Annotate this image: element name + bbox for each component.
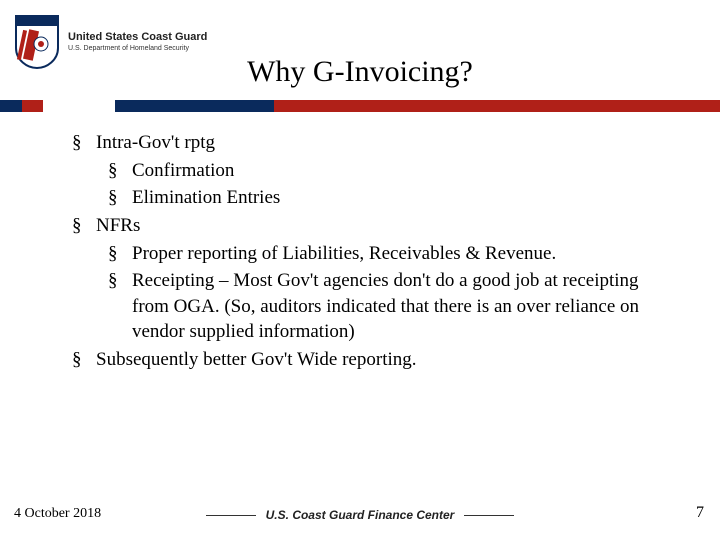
org-logo-block: United States Coast Guard U.S. Departmen… <box>14 14 207 70</box>
list-item: Subsequently better Gov't Wide reporting… <box>60 347 680 373</box>
slide-header: United States Coast Guard U.S. Departmen… <box>0 0 720 100</box>
slide-content: Intra-Gov't rptg Confirmation Eliminatio… <box>60 130 680 375</box>
slide-footer: 4 October 2018 U.S. Coast Guard Finance … <box>0 498 720 522</box>
list-item: Proper reporting of Liabilities, Receiva… <box>96 241 680 267</box>
bullet-text: Elimination Entries <box>132 187 280 208</box>
divider-line <box>464 515 514 516</box>
uscg-shield-icon <box>14 14 60 70</box>
footer-center: U.S. Coast Guard Finance Center <box>0 508 720 522</box>
header-stripe <box>0 100 720 112</box>
footer-page-number: 7 <box>696 504 704 522</box>
list-item: Intra-Gov't rptg Confirmation Eliminatio… <box>60 130 680 211</box>
list-item: Confirmation <box>96 158 680 184</box>
org-title: United States Coast Guard <box>68 31 207 43</box>
bullet-text: Proper reporting of Liabilities, Receiva… <box>132 243 556 264</box>
list-item: NFRs Proper reporting of Liabilities, Re… <box>60 213 680 345</box>
org-subtitle: U.S. Department of Homeland Security <box>68 45 207 53</box>
bullet-text: Confirmation <box>132 160 234 181</box>
bullet-text: Receipting – Most Gov't agencies don't d… <box>132 270 639 342</box>
bullet-text: Intra-Gov't rptg <box>96 132 215 153</box>
sub-list: Proper reporting of Liabilities, Receiva… <box>96 241 680 346</box>
list-item: Elimination Entries <box>96 185 680 211</box>
bullet-text: Subsequently better Gov't Wide reporting… <box>96 349 417 370</box>
bullet-list: Intra-Gov't rptg Confirmation Eliminatio… <box>60 130 680 373</box>
footer-center-text: U.S. Coast Guard Finance Center <box>266 508 455 522</box>
list-item: Receipting – Most Gov't agencies don't d… <box>96 268 680 345</box>
divider-line <box>206 515 256 516</box>
sub-list: Confirmation Elimination Entries <box>96 158 680 211</box>
org-text: United States Coast Guard U.S. Departmen… <box>68 31 207 53</box>
bullet-text: NFRs <box>96 215 140 236</box>
